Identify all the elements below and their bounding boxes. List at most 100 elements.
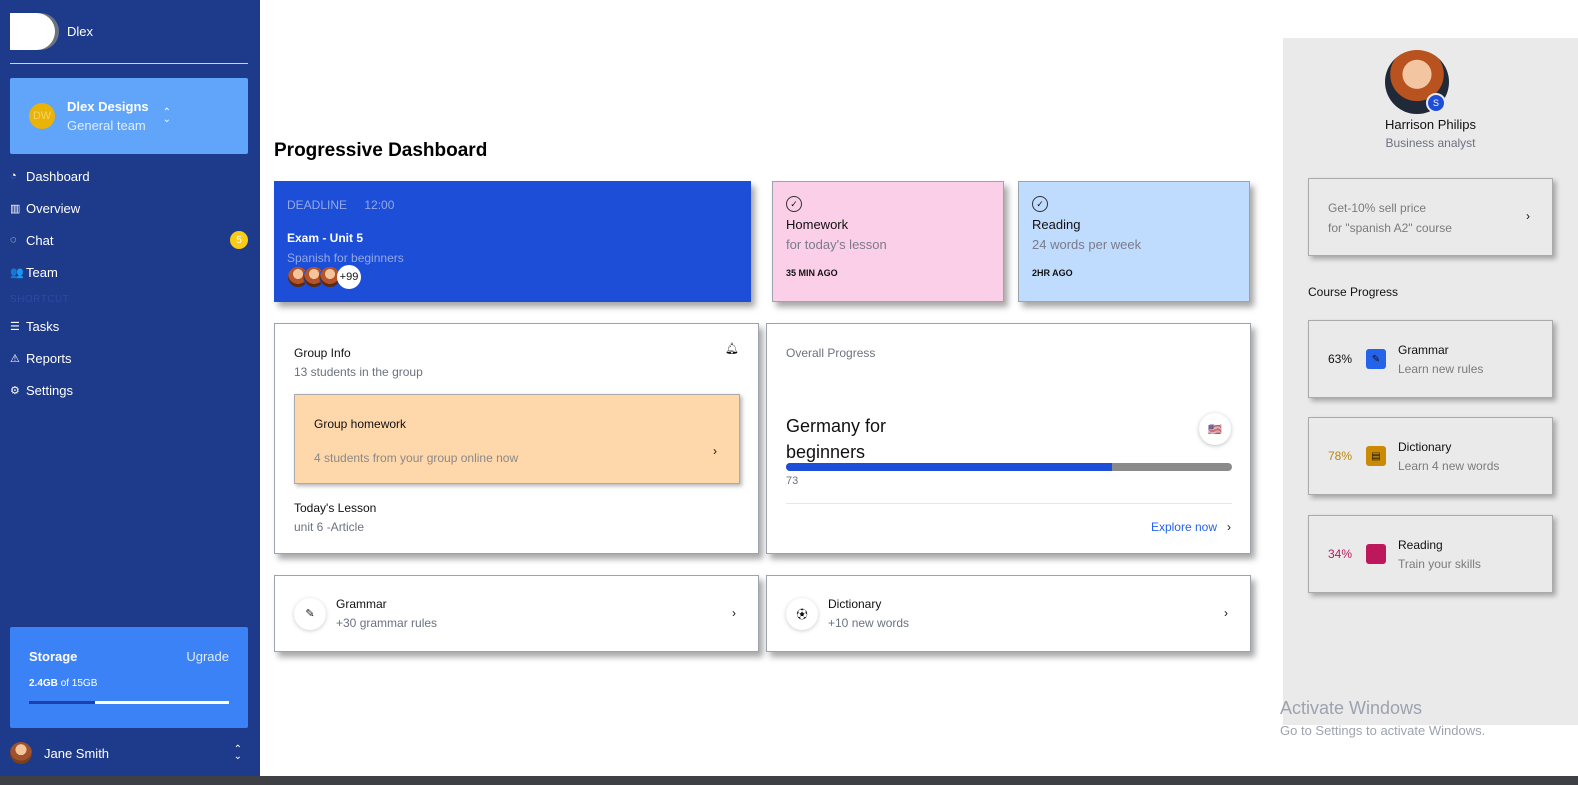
nav-item-team[interactable]: 👥 Team bbox=[10, 256, 250, 288]
storage-usage: 2.4GB of 15GB bbox=[29, 678, 229, 689]
watermark-title: Activate Windows bbox=[1280, 698, 1423, 718]
group-info-card: Group Info 13 students in the group 🔔︎ G… bbox=[274, 323, 759, 554]
grammar-card[interactable]: ✎ Grammar +30 grammar rules › bbox=[274, 575, 759, 652]
app-root: Dlex DW Dlex Designs General team ⌃ ⌄ ◔ D… bbox=[0, 0, 1578, 785]
course-progress-bar bbox=[786, 463, 1232, 471]
dictionary-text: Dictionary +10 new words bbox=[828, 597, 909, 630]
team-switcher[interactable]: DW Dlex Designs General team ⌃ ⌄ bbox=[10, 78, 248, 154]
course-subtitle: Learn new rules bbox=[1398, 361, 1484, 376]
group-subtitle: 13 students in the group bbox=[294, 365, 423, 379]
brand[interactable]: Dlex bbox=[10, 13, 93, 50]
course-name: Dictionary bbox=[1398, 439, 1452, 454]
course-subtitle: Learn 4 new words bbox=[1398, 458, 1500, 473]
exam-deadline: DEADLINE 12:00 bbox=[287, 198, 738, 212]
explore-now-link[interactable]: Explore now › bbox=[1151, 520, 1231, 534]
course-text: Dictionary Learn 4 new words bbox=[1398, 440, 1499, 473]
nav-item-reports[interactable]: ⚠ Reports bbox=[10, 342, 250, 374]
avatar bbox=[10, 742, 32, 764]
user-name: Jane Smith bbox=[44, 745, 110, 761]
team-text: Dlex Designs General team bbox=[67, 99, 149, 133]
chevron-up-down-icon: ⌃ ⌄ bbox=[233, 744, 242, 762]
course-name: Germany for beginners bbox=[786, 416, 887, 462]
gear-icon: ⚙ bbox=[10, 384, 20, 397]
status-badge: S bbox=[1426, 93, 1446, 113]
course-item-dictionary[interactable]: 78% ▤ Dictionary Learn 4 new words bbox=[1308, 417, 1553, 495]
nav-item-dashboard[interactable]: ◔ Dashboard bbox=[10, 160, 250, 192]
deadline-label: DEADLINE bbox=[287, 198, 348, 212]
pencil-icon: ✎ bbox=[294, 597, 326, 630]
course-percent: 63% bbox=[1328, 352, 1353, 366]
course-item-reading[interactable]: 34% Reading Train your skills bbox=[1308, 515, 1553, 593]
course-name: Reading bbox=[1398, 537, 1443, 552]
check-circle-icon: ✓ bbox=[1032, 196, 1048, 212]
warning-icon: ⚠ bbox=[10, 352, 20, 365]
storage-title: Storage bbox=[29, 649, 78, 664]
chevron-right-icon: › bbox=[1224, 606, 1228, 620]
storage-progress-bar bbox=[29, 701, 229, 704]
exam-title: Exam - Unit 5 bbox=[287, 231, 364, 245]
deadline-time: 12:00 bbox=[364, 198, 395, 212]
pie-chart-icon: ◔ bbox=[10, 170, 17, 182]
flag-icon[interactable]: 🇺🇸︎ bbox=[1199, 413, 1231, 445]
chevron-right-icon: › bbox=[732, 606, 736, 620]
upgrade-link[interactable]: Ugrade bbox=[186, 649, 229, 664]
nav-item-tasks[interactable]: ☰ Tasks bbox=[10, 310, 250, 342]
explore-label: Explore now bbox=[1150, 520, 1217, 534]
brand-name: Dlex bbox=[67, 24, 94, 39]
bell-icon[interactable]: 🔔︎ bbox=[725, 342, 739, 355]
group-homework-card[interactable]: Group homework 4 students from your grou… bbox=[294, 394, 740, 484]
more-participants-badge[interactable]: +99 bbox=[337, 265, 361, 289]
todays-lesson: Today's Lesson unit 6 -Article bbox=[294, 501, 376, 534]
dictionary-title: Dictionary bbox=[828, 597, 882, 611]
storage-used: 2.4GB bbox=[29, 678, 58, 689]
course-progress-fill bbox=[786, 463, 1112, 471]
course-percent: 78% bbox=[1328, 449, 1353, 463]
watermark-subtitle: Go to Settings to activate Windows. bbox=[1280, 723, 1486, 738]
storage-header: Storage Ugrade bbox=[29, 649, 229, 664]
nav-label: Dashboard bbox=[26, 168, 90, 184]
nav-label: Tasks bbox=[26, 318, 60, 334]
user-menu[interactable]: Jane Smith ⌃ ⌄ bbox=[10, 741, 248, 765]
nav-item-settings[interactable]: ⚙ Settings bbox=[10, 374, 250, 406]
chat-icon: ◌ bbox=[10, 234, 17, 246]
dictionary-subtitle: +10 new words bbox=[828, 616, 910, 630]
pencil-icon: ✎ bbox=[1366, 349, 1386, 369]
team-avatar: DW bbox=[29, 103, 55, 129]
profile-name: Harrison Philips bbox=[1384, 117, 1477, 132]
document-icon: ▤ bbox=[1366, 446, 1386, 466]
course-percent: 34% bbox=[1328, 547, 1353, 561]
ball-icon: ⚽︎ bbox=[786, 597, 818, 630]
check-circle-icon: ✓ bbox=[786, 196, 802, 212]
chat-count-badge: 5 bbox=[230, 231, 248, 249]
nav-label: Overview bbox=[26, 200, 81, 216]
grammar-title: Grammar bbox=[336, 597, 387, 611]
homework-title: Homework bbox=[786, 217, 849, 232]
list-icon: ☰ bbox=[10, 320, 20, 333]
promo-line-2: for "spanish A2" course bbox=[1328, 221, 1452, 235]
lesson-title: Today's Lesson bbox=[294, 501, 377, 515]
progress-title: Overall Progress bbox=[786, 346, 876, 360]
main-nav: ◔ Dashboard ▥ Overview ◌ Chat 5 👥 Team S… bbox=[10, 160, 250, 406]
team-name: Dlex Designs bbox=[67, 99, 149, 114]
nav-label: Settings bbox=[26, 382, 73, 398]
homework-card[interactable]: ✓ Homework for today's lesson 35 MIN AGO bbox=[772, 181, 1004, 302]
participant-avatars: +99 bbox=[287, 265, 361, 289]
group-title: Group Info bbox=[294, 346, 351, 360]
reading-title: Reading bbox=[1032, 217, 1081, 232]
group-homework-subtitle: 4 students from your group online now bbox=[314, 451, 519, 465]
activate-windows-watermark: Activate Windows Go to Settings to activ… bbox=[1280, 698, 1485, 738]
course-progress-title: Course Progress bbox=[1308, 285, 1399, 299]
reading-card[interactable]: ✓ Reading 24 words per week 2HR AGO bbox=[1018, 181, 1250, 302]
homework-subtitle: for today's lesson bbox=[786, 237, 887, 252]
grammar-text: Grammar +30 grammar rules bbox=[336, 597, 437, 630]
chevron-right-icon: › bbox=[713, 444, 717, 458]
storage-progress-fill bbox=[29, 701, 95, 704]
course-item-grammar[interactable]: 63% ✎ Grammar Learn new rules bbox=[1308, 320, 1553, 398]
nav-item-chat[interactable]: ◌ Chat 5 bbox=[10, 224, 250, 256]
nav-item-overview[interactable]: ▥ Overview bbox=[10, 192, 250, 224]
chevron-right-icon: › bbox=[1227, 520, 1231, 534]
dictionary-card[interactable]: ⚽︎ Dictionary +10 new words › bbox=[766, 575, 1251, 652]
right-panel: S Harrison Philips Business analyst Get-… bbox=[1283, 38, 1578, 725]
exam-card[interactable]: DEADLINE 12:00 Exam - Unit 5 Spanish for… bbox=[274, 181, 751, 302]
promo-card[interactable]: Get-10% sell price for "spanish A2" cour… bbox=[1308, 178, 1553, 256]
